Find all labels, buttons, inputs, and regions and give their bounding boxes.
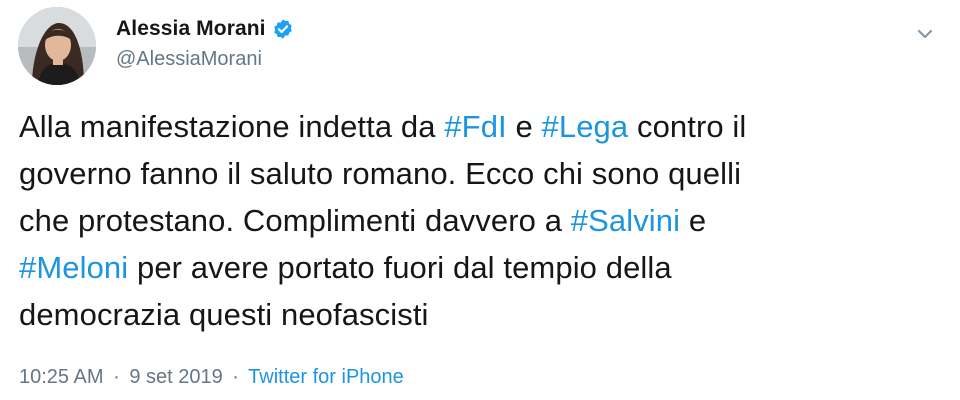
hashtag-link[interactable]: #Lega	[542, 109, 629, 144]
verified-badge-icon	[272, 18, 294, 40]
chevron-down-icon[interactable]	[911, 20, 939, 48]
tweet-text-segment: governo fanno il saluto romano. Ecco chi…	[19, 156, 742, 191]
tweet-text-segment: e	[680, 203, 707, 238]
tweet-text-line: democrazia questi neofascisti	[19, 291, 949, 338]
tweet-text-line: Alla manifestazione indetta da #FdI e #L…	[19, 103, 949, 150]
meta-separator: ·	[113, 366, 120, 388]
tweet-text-line: #Meloni per avere portato fuori dal temp…	[19, 244, 949, 291]
tweet-text-segment: che protestano. Complimenti davvero a	[19, 203, 571, 238]
tweet-text-segment: contro il	[628, 109, 747, 144]
name-row: Alessia Morani	[116, 14, 294, 44]
tweet-source-link[interactable]: Twitter for iPhone	[248, 366, 404, 388]
hashtag-link[interactable]: #FdI	[444, 109, 506, 144]
tweet-text-segment: e	[506, 109, 542, 144]
profile-photo-icon	[18, 7, 96, 85]
tweet-date[interactable]: 9 set 2019	[129, 366, 222, 388]
tweet-time[interactable]: 10:25 AM	[19, 366, 104, 388]
hashtag-link[interactable]: #Meloni	[19, 250, 128, 285]
tweet-text-segment: Alla manifestazione indetta da	[19, 109, 445, 144]
tweet-text-line: che protestano. Complimenti davvero a #S…	[19, 197, 949, 244]
meta-separator: ·	[232, 366, 239, 388]
tweet-text-line: governo fanno il saluto romano. Ecco chi…	[19, 150, 949, 197]
tweet-text: Alla manifestazione indetta da #FdI e #L…	[19, 103, 949, 338]
hashtag-link[interactable]: #Salvini	[571, 203, 680, 238]
tweet-text-segment: per avere portato fuori dal tempio della	[128, 250, 672, 285]
display-name[interactable]: Alessia Morani	[116, 17, 266, 41]
tweet-header: Alessia Morani @AlessiaMorani	[116, 14, 294, 71]
tweet-card: Alessia Morani @AlessiaMorani Alla manif…	[0, 0, 960, 400]
user-handle[interactable]: @AlessiaMorani	[116, 48, 294, 71]
avatar[interactable]	[18, 7, 96, 85]
tweet-meta: 10:25 AM · 9 set 2019 · Twitter for iPho…	[19, 366, 404, 389]
tweet-text-segment: democrazia questi neofascisti	[19, 297, 429, 332]
